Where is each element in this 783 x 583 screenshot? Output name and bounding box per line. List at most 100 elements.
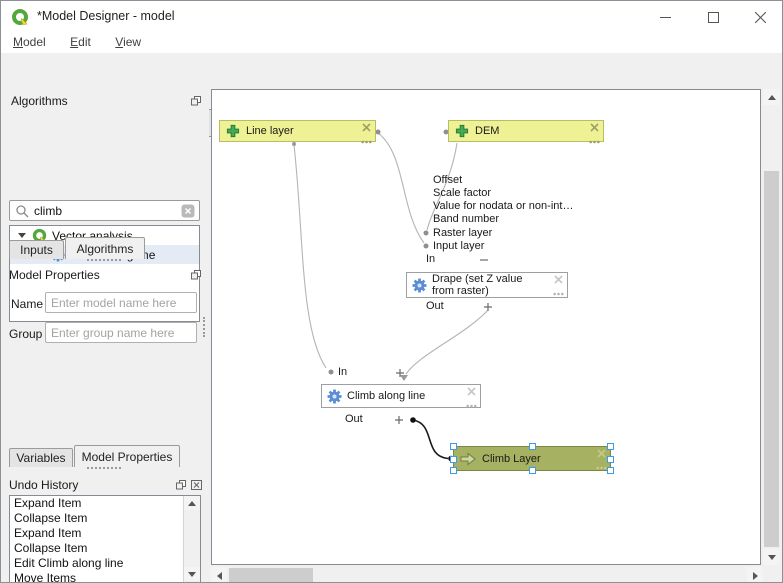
remove-node-icon[interactable] bbox=[554, 275, 563, 284]
model-canvas[interactable]: Line layer DEM Offset Scale factor bbox=[212, 90, 760, 564]
undo-history-item[interactable]: Expand Item bbox=[10, 496, 200, 511]
raster-layer-socket bbox=[424, 231, 429, 236]
output-arrow-icon bbox=[459, 451, 477, 467]
selection-handle[interactable] bbox=[529, 443, 536, 450]
float-panel-button[interactable] bbox=[189, 269, 203, 281]
node-label: Line layer bbox=[246, 125, 314, 137]
node-options-dots-icon[interactable] bbox=[553, 292, 564, 296]
horizontal-scrollbar[interactable] bbox=[211, 567, 763, 583]
node-options-dots-icon[interactable] bbox=[596, 466, 607, 470]
node-label: Climb Layer bbox=[482, 453, 561, 465]
float-panel-button[interactable] bbox=[174, 479, 188, 491]
close-panel-icon bbox=[191, 480, 202, 490]
scroll-right-button[interactable] bbox=[747, 567, 763, 583]
float-icon bbox=[191, 96, 202, 106]
scroll-left-button[interactable] bbox=[211, 567, 227, 583]
remove-node-icon[interactable] bbox=[590, 123, 599, 132]
maximize-icon bbox=[708, 12, 719, 23]
float-panel-button[interactable] bbox=[189, 95, 203, 107]
panel-canvas-splitter-handle[interactable] bbox=[203, 317, 205, 337]
clear-search-icon[interactable] bbox=[181, 204, 195, 218]
dock-splitter-handle[interactable] bbox=[87, 467, 121, 469]
menu-edit[interactable]: Edit bbox=[62, 33, 99, 51]
close-panel-button[interactable] bbox=[189, 479, 203, 491]
menu-model[interactable]: Model bbox=[5, 33, 54, 51]
vertical-scrollbar[interactable] bbox=[763, 89, 780, 565]
input-layer-socket bbox=[424, 244, 429, 249]
node-label: Drape (set Z value from raster) bbox=[432, 273, 554, 297]
remove-node-icon[interactable] bbox=[597, 449, 606, 458]
vertical-scroll-thumb[interactable] bbox=[764, 171, 779, 547]
undo-history-item[interactable]: Collapse Item bbox=[10, 511, 200, 526]
menu-view[interactable]: View bbox=[107, 33, 149, 51]
undo-list-scrollbar[interactable] bbox=[183, 496, 200, 583]
drape-param-raster-layer: Raster layer bbox=[433, 227, 492, 239]
node-options-dots-icon[interactable] bbox=[466, 404, 477, 408]
scroll-down-button[interactable] bbox=[763, 549, 780, 565]
tab-model-properties[interactable]: Model Properties bbox=[74, 445, 180, 467]
node-options-dots-icon[interactable] bbox=[361, 140, 372, 144]
drape-param-nodata: Value for nodata or non-int… bbox=[433, 200, 573, 212]
search-icon bbox=[15, 204, 29, 218]
expand-drape-outputs-toggle[interactable] bbox=[484, 303, 492, 311]
node-climb-along-line[interactable]: Climb along line bbox=[321, 384, 481, 408]
minimize-button[interactable] bbox=[642, 1, 688, 33]
name-field-label: Name bbox=[11, 297, 43, 311]
selection-handle[interactable] bbox=[450, 456, 457, 463]
tab-variables[interactable]: Variables bbox=[9, 448, 73, 467]
expander-icon[interactable] bbox=[18, 233, 26, 238]
node-options-dots-icon[interactable] bbox=[589, 140, 600, 144]
properties-panel-title: Model Properties bbox=[9, 268, 100, 282]
search-input[interactable] bbox=[32, 204, 181, 218]
node-dem[interactable]: DEM bbox=[448, 120, 604, 142]
remove-node-icon[interactable] bbox=[362, 123, 371, 132]
scroll-up-button[interactable] bbox=[184, 496, 200, 510]
model-group-input[interactable] bbox=[45, 322, 197, 343]
selection-handle[interactable] bbox=[607, 456, 614, 463]
drape-in-label: In bbox=[426, 253, 435, 265]
connections-layer bbox=[212, 90, 760, 564]
horizontal-scroll-thumb[interactable] bbox=[229, 568, 313, 583]
close-icon bbox=[755, 12, 766, 23]
input-plus-icon bbox=[226, 124, 240, 138]
float-icon bbox=[176, 480, 187, 490]
drape-param-offset: Offset bbox=[433, 174, 462, 186]
model-canvas-frame: Line layer DEM Offset Scale factor bbox=[211, 89, 761, 565]
tab-inputs[interactable]: Inputs bbox=[9, 240, 64, 259]
selection-handle[interactable] bbox=[450, 467, 457, 474]
scroll-down-button[interactable] bbox=[184, 567, 200, 581]
tab-algorithms[interactable]: Algorithms bbox=[65, 237, 145, 259]
maximize-button[interactable] bbox=[690, 1, 736, 33]
climb-in-label: In bbox=[338, 366, 347, 378]
scroll-down-icon bbox=[188, 572, 196, 577]
selection-handle[interactable] bbox=[529, 467, 536, 474]
selection-handle[interactable] bbox=[607, 467, 614, 474]
undo-history-item[interactable]: Expand Item bbox=[10, 526, 200, 541]
close-button[interactable] bbox=[737, 1, 783, 33]
expand-climb-outputs-toggle[interactable] bbox=[395, 416, 403, 424]
drape-param-scale-factor: Scale factor bbox=[433, 187, 491, 199]
climb-out-socket bbox=[410, 417, 416, 423]
undo-history-item[interactable]: Edit Climb along line bbox=[10, 556, 200, 571]
drape-param-band-number: Band number bbox=[433, 213, 499, 225]
expand-climb-inputs-toggle[interactable] bbox=[396, 369, 404, 377]
undo-history-item[interactable]: Collapse Item bbox=[10, 541, 200, 556]
undo-history-item[interactable]: Move Items bbox=[10, 571, 200, 583]
dock-splitter-handle[interactable] bbox=[87, 259, 121, 261]
link-arrowhead bbox=[400, 375, 408, 381]
algorithms-panel-title: Algorithms bbox=[11, 94, 68, 108]
drape-out-label: Out bbox=[426, 300, 444, 312]
window-title: *Model Designer - model bbox=[37, 9, 175, 23]
remove-node-icon[interactable] bbox=[467, 387, 476, 396]
scroll-up-button[interactable] bbox=[763, 89, 780, 105]
link-drape-to-climb bbox=[406, 310, 488, 374]
selection-handle[interactable] bbox=[607, 443, 614, 450]
node-label: DEM bbox=[475, 125, 519, 137]
node-drape[interactable]: Drape (set Z value from raster) bbox=[406, 272, 568, 298]
node-climb-layer[interactable]: Climb Layer bbox=[453, 446, 611, 471]
titlebar: *Model Designer - model bbox=[1, 1, 782, 33]
selection-handle[interactable] bbox=[450, 443, 457, 450]
model-name-input[interactable] bbox=[45, 292, 197, 313]
scroll-up-icon bbox=[188, 501, 196, 506]
node-line-layer[interactable]: Line layer bbox=[219, 120, 376, 142]
